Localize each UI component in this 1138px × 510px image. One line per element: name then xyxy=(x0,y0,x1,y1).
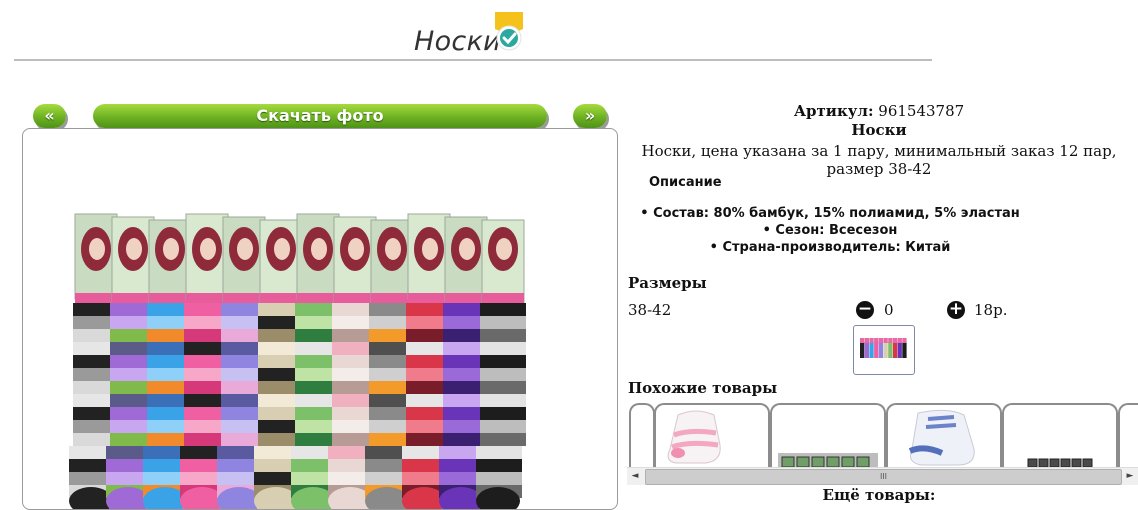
minus-icon[interactable]: − xyxy=(856,301,874,319)
more-products-heading: Ещё товары: xyxy=(822,486,936,504)
quantity-value[interactable]: 0 xyxy=(884,301,894,319)
similar-product-image xyxy=(778,453,878,467)
similar-card[interactable] xyxy=(1118,403,1138,467)
product-short-desc: Носки, цена указана за 1 пару, минимальн… xyxy=(641,142,1117,178)
sizes-heading: Размеры xyxy=(628,274,707,292)
article-value: 961543787 xyxy=(878,102,965,120)
header-divider xyxy=(14,59,932,61)
scroll-left-icon[interactable]: ◄ xyxy=(627,468,643,485)
similar-product-image xyxy=(908,409,975,466)
description-list: Состав: 80% бамбук, 15% полиамид, 5% эла… xyxy=(620,205,1040,256)
similar-card[interactable] xyxy=(1002,403,1118,467)
similar-product-image xyxy=(667,410,721,464)
similar-card[interactable] xyxy=(654,403,770,467)
description-heading: Описание xyxy=(649,175,722,190)
verified-badge-icon xyxy=(495,12,523,51)
download-photo-button[interactable]: Скачать фото xyxy=(93,104,547,128)
description-item: Страна-производитель: Китай xyxy=(620,239,1040,256)
carousel-scrollbar[interactable]: ◄ III ► xyxy=(627,467,1138,485)
size-value: 38-42 xyxy=(628,301,672,319)
scrollbar-thumb[interactable]: III xyxy=(645,469,1122,485)
price-value: 18р. xyxy=(974,301,1008,319)
product-photo[interactable] xyxy=(69,209,599,510)
socks-thumbnail-image xyxy=(860,338,908,362)
next-photo-button[interactable]: » xyxy=(573,104,607,128)
description-item: Состав: 80% бамбук, 15% полиамид, 5% эла… xyxy=(620,205,1040,222)
product-photo-panel xyxy=(22,128,618,510)
product-name: Носки xyxy=(851,121,907,139)
size-thumbnail[interactable] xyxy=(853,325,915,375)
scroll-right-icon[interactable]: ► xyxy=(1122,468,1138,485)
page-title: Носки xyxy=(414,26,502,57)
similar-heading: Похожие товары xyxy=(628,379,778,397)
description-item: Сезон: Всесезон xyxy=(620,222,1040,239)
article-label: Артикул: xyxy=(793,102,874,120)
plus-icon[interactable]: + xyxy=(947,301,965,319)
similar-card[interactable] xyxy=(770,403,886,467)
similar-card[interactable] xyxy=(886,403,1002,467)
similar-card[interactable] xyxy=(629,403,655,467)
similar-carousel xyxy=(627,403,1138,467)
article-line: Артикул: 961543787 xyxy=(620,102,1138,120)
similar-product-image xyxy=(1027,458,1093,467)
page-header: Носки xyxy=(0,0,1138,64)
prev-photo-button[interactable]: « xyxy=(33,104,66,128)
